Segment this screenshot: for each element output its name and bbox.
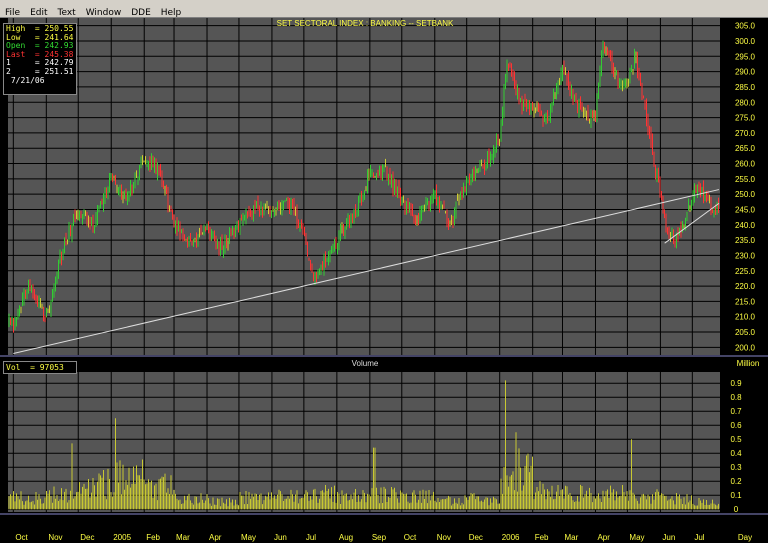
volume-unit-label: Million [737,359,760,368]
price-tick-label: 280.0 [735,98,756,107]
price-tick-label: 250.0 [735,190,756,199]
price-tick-label: 265.0 [735,144,756,153]
x-tick-label: Mar [176,533,190,542]
price-tick-label: 240.0 [735,221,756,230]
day-label: Day [738,533,752,542]
x-tick-label: Jun [662,533,675,542]
x-tick-label: Oct [15,533,28,542]
volume-legend: Vol = 97053 [3,361,77,374]
volume-tick-label: 0.1 [730,491,742,500]
price-legend: High = 250.55 Low = 241.64 Open = 242.93… [3,23,77,95]
price-tick-label: 260.0 [735,160,756,169]
price-tick-label: 220.0 [735,282,756,291]
x-tick-label: May [629,533,644,542]
price-tick-label: 245.0 [735,205,756,214]
x-tick-label: 2005 [113,533,131,542]
volume-tick-label: 0.3 [730,463,742,472]
price-tick-label: 275.0 [735,114,756,123]
x-tick-label: Jun [274,533,287,542]
x-tick-label: 2006 [502,533,520,542]
x-tick-label: May [241,533,256,542]
price-tick-label: 230.0 [735,251,756,260]
legend-line2-value: 251.51 [44,66,74,76]
legend-date: 7/21/06 [10,75,45,85]
volume-tick-label: 0.9 [730,379,742,388]
price-tick-label: 285.0 [735,83,756,92]
x-tick-label: Oct [404,533,417,542]
volume-tick-label: 0 [734,505,739,514]
legend-vol-label: Vol [6,363,21,372]
volume-tick-label: 0.8 [730,393,742,402]
price-tick-label: 295.0 [735,52,756,61]
trading-app-window: File Edit Text Window DDE Help 200.0 205.0 210.… [0,0,768,543]
x-tick-label: Jul [694,533,704,542]
legend-vol-value: 97053 [39,363,64,372]
price-tick-label: 290.0 [735,68,756,77]
x-tick-label: Dec [80,533,94,542]
x-tick-label: Feb [535,533,549,542]
chart-canvas[interactable]: 200.0 205.0 210.0 215.0 220.0 225.0 230.0 235.0… [0,0,768,543]
x-tick-label: Apr [597,533,610,542]
x-tick-label: Aug [339,533,353,542]
chart-title: SET SECTORAL INDEX : BANKING -- SETBANK [277,19,454,28]
x-tick-label: Feb [146,533,160,542]
price-tick-label: 215.0 [735,297,756,306]
volume-panel: 0 0.1 0.2 0.3 0.4 0.5 0.6 0.7 0.8 0.9 [0,372,768,515]
volume-tick-label: 0.6 [730,421,742,430]
price-tick-label: 210.0 [735,313,756,322]
price-panel: 200.0 205.0 210.0 215.0 220.0 225.0 230.0 235.0… [0,18,768,372]
volume-tick-label: 0.2 [730,477,742,486]
price-tick-label: 305.0 [735,22,756,31]
x-tick-label: Mar [564,533,578,542]
x-tick-label: Apr [209,533,222,542]
volume-tick-label: 0.7 [730,407,742,416]
volume-title: Volume [352,359,379,368]
x-tick-label: Sep [372,533,387,542]
price-tick-label: 205.0 [735,328,756,337]
price-tick-label: 255.0 [735,175,756,184]
volume-tick-label: 0.4 [730,449,742,458]
volume-tick-label: 0.5 [730,435,742,444]
price-tick-label: 200.0 [735,343,756,352]
price-tick-label: 235.0 [735,236,756,245]
x-tick-label: Nov [437,533,451,542]
price-tick-label: 300.0 [735,37,756,46]
x-tick-label: Dec [469,533,483,542]
price-tick-label: 270.0 [735,129,756,138]
x-tick-label: Nov [48,533,62,542]
x-tick-label: Jul [306,533,316,542]
price-tick-label: 225.0 [735,267,756,276]
